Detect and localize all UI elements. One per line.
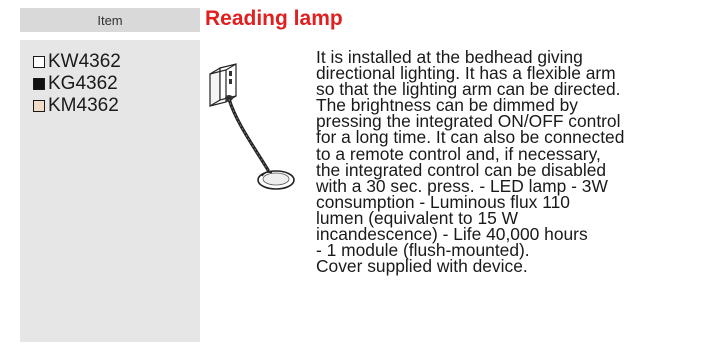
swatch-beige-icon	[33, 100, 45, 112]
variant-item-km4362: KM4362	[33, 95, 121, 117]
item-header-label: Item	[97, 12, 123, 28]
description-line: Cover supplied with device.	[316, 256, 528, 277]
variant-code: KM4362	[48, 95, 119, 116]
variant-list: KW4362 KG4362 KM4362	[33, 51, 121, 117]
product-description: It is installed at the bedhead giving di…	[316, 48, 714, 277]
item-column-header: Item	[20, 8, 200, 32]
variant-item-kg4362: KG4362	[33, 73, 121, 95]
flexible-arm	[227, 97, 270, 172]
reading-lamp-illustration	[209, 63, 295, 190]
variant-item-kw4362: KW4362	[33, 51, 121, 73]
variant-panel: KW4362 KG4362 KM4362	[20, 40, 200, 342]
lamp-head	[257, 170, 295, 190]
variant-code: KG4362	[48, 73, 118, 94]
variant-code: KW4362	[48, 51, 121, 72]
swatch-white-icon	[33, 56, 45, 68]
swatch-black-icon	[33, 78, 45, 90]
product-title: Reading lamp	[205, 7, 343, 30]
